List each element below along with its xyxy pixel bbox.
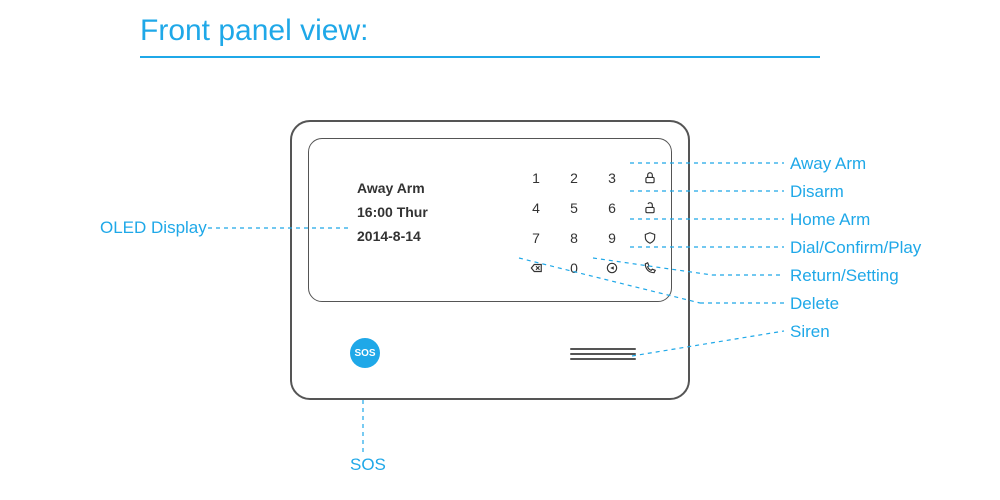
lock-closed-icon[interactable] (643, 171, 657, 185)
callout-away-arm: Away Arm (790, 154, 866, 174)
display-line-3: 2014-8-14 (357, 225, 508, 249)
section-title: Front panel view: (140, 14, 368, 48)
display-line-2: 16:00 Thur (357, 201, 508, 225)
dial-icon[interactable] (643, 261, 657, 275)
title-underline (140, 56, 820, 58)
home-shield-icon[interactable] (643, 231, 657, 245)
key-4[interactable]: 4 (532, 200, 540, 216)
return-icon[interactable] (605, 261, 619, 275)
callout-siren: Siren (790, 322, 830, 342)
key-5[interactable]: 5 (570, 200, 578, 216)
key-8[interactable]: 8 (570, 230, 578, 246)
key-3[interactable]: 3 (608, 170, 616, 186)
key-2[interactable]: 2 (570, 170, 578, 186)
delete-icon[interactable] (529, 261, 543, 275)
display-line-1: Away Arm (357, 177, 508, 201)
siren-grill-icon (570, 348, 636, 360)
key-6[interactable]: 6 (608, 200, 616, 216)
callout-dial: Dial/Confirm/Play (790, 238, 921, 258)
callout-home-arm: Home Arm (790, 210, 870, 230)
keypad: 1 2 3 4 5 6 7 8 9 0 (521, 165, 665, 281)
lock-open-icon[interactable] (643, 201, 657, 215)
callout-disarm: Disarm (790, 182, 844, 202)
key-1[interactable]: 1 (532, 170, 540, 186)
sos-button[interactable]: SOS (350, 338, 380, 368)
key-7[interactable]: 7 (532, 230, 540, 246)
callout-delete: Delete (790, 294, 839, 314)
device-screen: Away Arm 16:00 Thur 2014-8-14 1 2 3 4 5 … (308, 138, 672, 302)
device-outline: Away Arm 16:00 Thur 2014-8-14 1 2 3 4 5 … (290, 120, 690, 400)
key-9[interactable]: 9 (608, 230, 616, 246)
callout-sos: SOS (350, 455, 386, 475)
oled-display: Away Arm 16:00 Thur 2014-8-14 (309, 139, 508, 301)
callout-return: Return/Setting (790, 266, 899, 286)
callout-oled-display: OLED Display (100, 218, 207, 238)
key-0[interactable]: 0 (570, 260, 578, 276)
